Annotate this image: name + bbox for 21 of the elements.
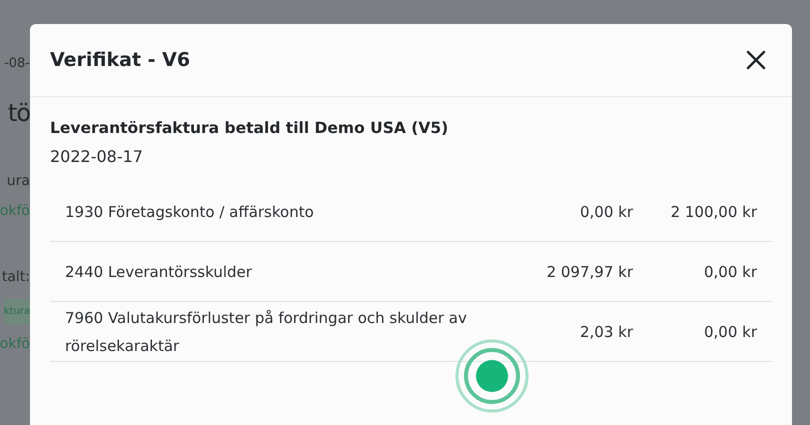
account-cell-text: 7960 Valutakursförluster på fordringar och skulder av rörelsekaraktär [65, 308, 468, 356]
link[interactable]: okfö [0, 336, 30, 352]
voucher-description: Leverantörsfaktura betald till Demo USA (V5) [50, 119, 450, 137]
page-text: talt: [2, 269, 30, 285]
close-icon [746, 50, 766, 70]
debit-cell-text: 0,00 kr [578, 202, 633, 222]
voucher-date: 2022-08-17 [50, 147, 144, 166]
status-badge: ktura [4, 299, 30, 324]
page-text: ura [6, 173, 30, 189]
debit-cell-text: 2 097,97 kr [546, 262, 633, 282]
page-text: -08- [4, 56, 30, 71]
modal-title: Verifikat - V6 [50, 49, 190, 71]
account-cell-text: 1930 Företagskonto / affärskonto [65, 202, 315, 222]
credit-cell-text: 0,00 kr [702, 262, 757, 282]
link[interactable]: okfö [0, 203, 30, 219]
account-cell-text: 2440 Leverantörsskulder [65, 262, 253, 282]
debit-cell-text: 2,03 kr [578, 322, 633, 342]
hotspot-icon[interactable] [454, 338, 530, 414]
credit-cell-text: 0,00 kr [702, 322, 757, 342]
page-text: tö [8, 98, 30, 129]
credit-cell-text: 2 100,00 kr [670, 202, 757, 222]
